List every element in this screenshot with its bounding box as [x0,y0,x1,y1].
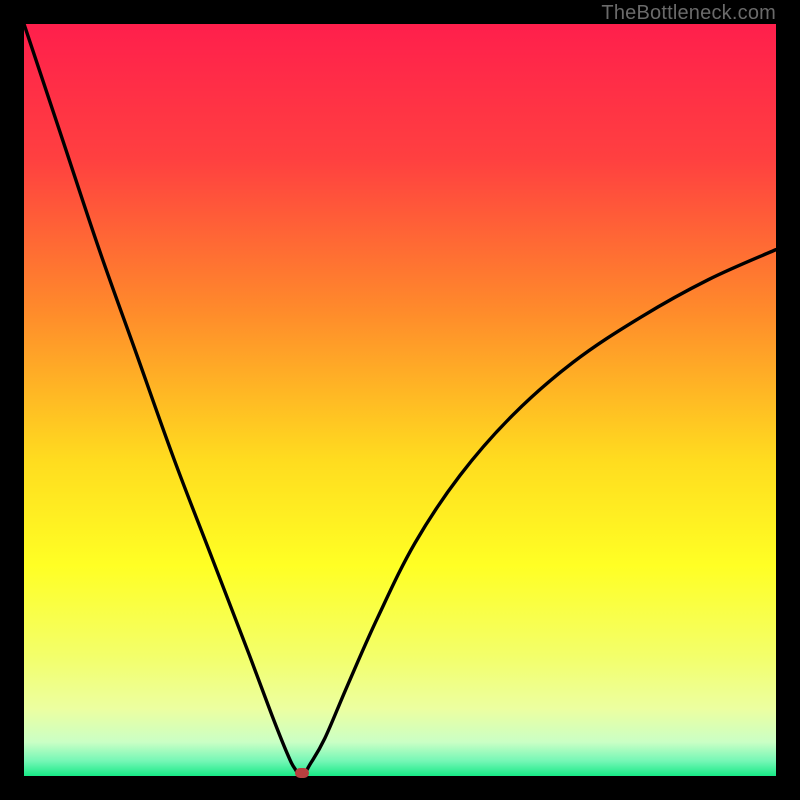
minimum-marker [295,768,309,778]
bottleneck-curve [24,24,776,776]
plot-area [24,24,776,776]
chart-frame: TheBottleneck.com [0,0,800,800]
watermark-text: TheBottleneck.com [601,2,776,25]
curve-layer [24,24,776,776]
